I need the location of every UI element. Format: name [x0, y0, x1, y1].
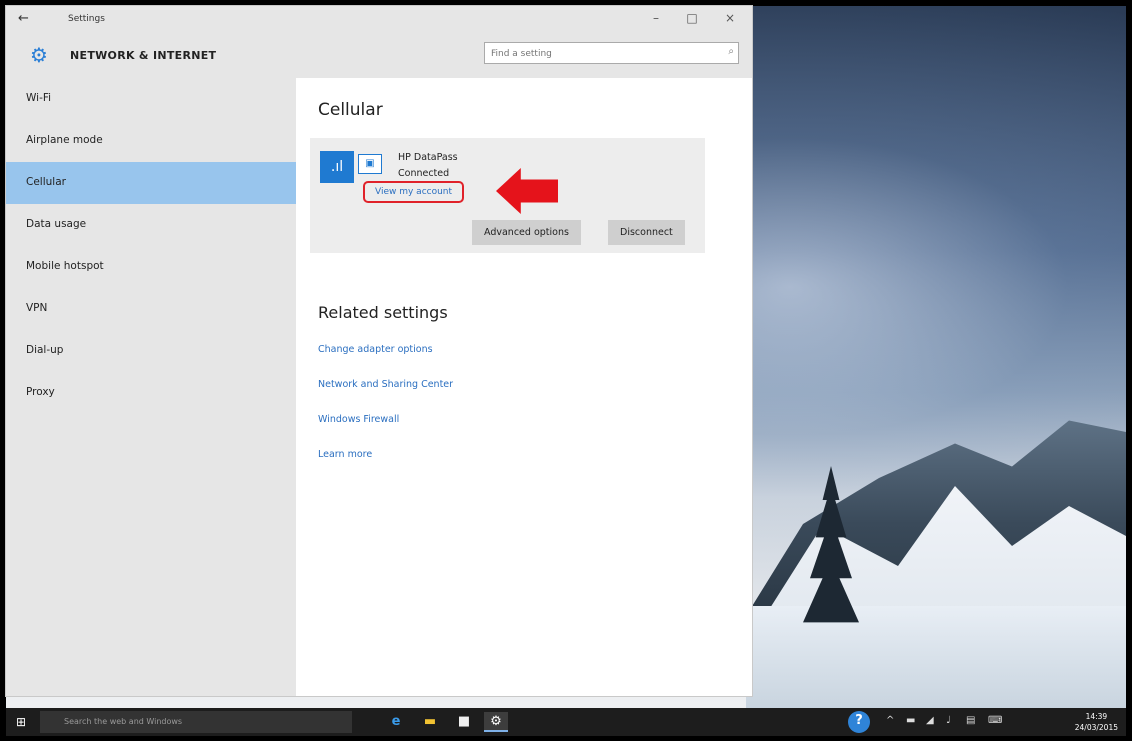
search-icon[interactable]: ⌕	[728, 46, 734, 57]
sidebar-item-wifi[interactable]: Wi-Fi	[6, 78, 296, 120]
sidebar-item-label: Wi-Fi	[26, 92, 52, 104]
window-titlebar: ← Settings – □ ×	[6, 6, 752, 34]
settings-window: ← Settings – □ × ⚙ NETWORK & INTERNET ⌕ …	[6, 6, 752, 696]
sidebar-item-label: Mobile hotspot	[26, 260, 104, 272]
screenshot-frame: ← Settings – □ × ⚙ NETWORK & INTERNET ⌕ …	[0, 0, 1132, 741]
view-my-account-link[interactable]: View my account	[363, 181, 465, 203]
settings-app-icon[interactable]: ⚙	[484, 712, 508, 732]
help-icon[interactable]: ?	[848, 711, 870, 733]
windows-firewall-link[interactable]: Windows Firewall	[318, 414, 399, 425]
sidebar-item-mobile-hotspot[interactable]: Mobile hotspot	[6, 246, 296, 288]
search-box[interactable]: ⌕	[484, 42, 739, 65]
sidebar-item-cellular[interactable]: Cellular	[6, 162, 296, 204]
back-arrow-icon[interactable]: ←	[18, 11, 29, 26]
system-clock[interactable]: 14:39 24/03/2015	[1075, 711, 1118, 733]
sidebar-item-label: Airplane mode	[26, 134, 103, 146]
advanced-options-button[interactable]: Advanced options	[472, 220, 581, 245]
battery-icon[interactable]: ▬	[906, 715, 915, 726]
sidebar-item-label: Cellular	[26, 176, 66, 188]
sidebar-item-label: VPN	[26, 302, 48, 314]
search-input[interactable]	[485, 43, 723, 65]
sidebar-item-dial-up[interactable]: Dial-up	[6, 330, 296, 372]
cellular-signal-icon[interactable]: ◢	[926, 715, 934, 726]
settings-header: ⚙ NETWORK & INTERNET ⌕	[6, 34, 752, 78]
taskbar-search-placeholder: Search the web and Windows	[64, 717, 183, 726]
minimize-icon[interactable]: –	[646, 11, 666, 25]
learn-more-link[interactable]: Learn more	[318, 449, 372, 460]
main-content: Cellular .ıl ▣ HP DataPass Connected Vie…	[296, 78, 752, 696]
volume-icon[interactable]: ♩	[946, 715, 951, 726]
sidebar-item-label: Dial-up	[26, 344, 64, 356]
sidebar-item-vpn[interactable]: VPN	[6, 288, 296, 330]
sidebar-item-data-usage[interactable]: Data usage	[6, 204, 296, 246]
sidebar-item-proxy[interactable]: Proxy	[6, 372, 296, 414]
sidebar-item-label: Data usage	[26, 218, 87, 230]
cellular-device-icon: ▣	[358, 154, 382, 174]
window-title: Settings	[68, 14, 105, 24]
close-icon[interactable]: ×	[720, 11, 740, 25]
related-settings-heading: Related settings	[318, 303, 448, 322]
sidebar-nav: Wi-Fi Airplane mode Cellular Data usage …	[6, 78, 296, 696]
store-icon[interactable]: ■	[454, 712, 474, 732]
chevron-up-icon[interactable]: ^	[886, 715, 894, 726]
windows-start-icon[interactable]: ⊞	[12, 713, 30, 731]
section-title: NETWORK & INTERNET	[70, 49, 217, 62]
wallpaper-snowfield	[746, 606, 1126, 714]
keyboard-icon[interactable]: ⌨	[988, 715, 1002, 726]
taskbar: ⊞ Search the web and Windows e ▬ ■ ⚙ ? ^…	[6, 708, 1126, 736]
signal-strength-icon: .ıl	[320, 151, 354, 183]
connection-status: Connected	[398, 168, 450, 179]
disconnect-button[interactable]: Disconnect	[608, 220, 685, 245]
maximize-icon[interactable]: □	[682, 11, 702, 25]
taskbar-search-box[interactable]: Search the web and Windows	[40, 711, 352, 733]
gear-icon: ⚙	[30, 43, 48, 67]
clock-date: 24/03/2015	[1074, 723, 1118, 732]
sidebar-item-label: Proxy	[26, 386, 55, 398]
network-sharing-center-link[interactable]: Network and Sharing Center	[318, 379, 453, 390]
sidebar-item-airplane-mode[interactable]: Airplane mode	[6, 120, 296, 162]
file-explorer-icon[interactable]: ▬	[420, 712, 440, 732]
change-adapter-options-link[interactable]: Change adapter options	[318, 344, 433, 355]
action-center-icon[interactable]: ▤	[966, 715, 975, 726]
device-name: HP DataPass	[398, 152, 458, 163]
edge-browser-icon[interactable]: e	[386, 712, 406, 732]
clock-time: 14:39	[1085, 712, 1108, 721]
page-title: Cellular	[318, 100, 383, 120]
